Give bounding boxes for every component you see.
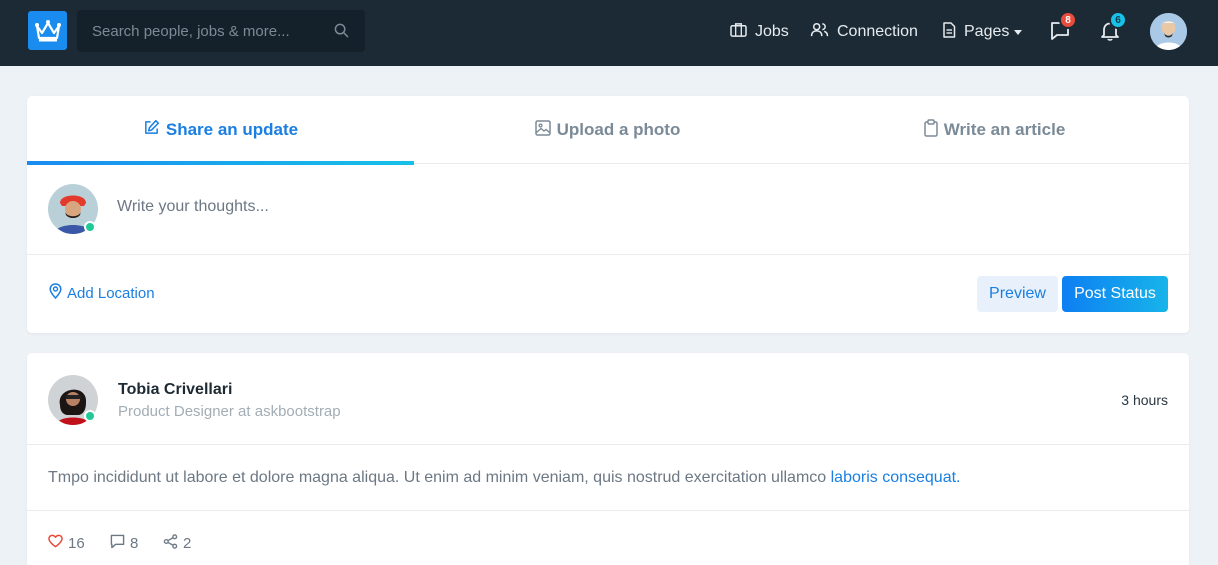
nav-connection-label: Connection — [837, 23, 918, 40]
clipboard-icon — [923, 118, 938, 142]
author-role: Product Designer at askbootstrap — [118, 403, 341, 420]
map-pin-icon — [49, 283, 62, 303]
tab-upload-photo[interactable]: Upload a photo — [414, 96, 801, 164]
image-icon — [534, 119, 551, 141]
tab-write-article[interactable]: Write an article — [801, 96, 1188, 164]
share-update-card: Share an update Upload a photo Write an … — [27, 96, 1189, 333]
author-name[interactable]: Tobia Crivellari — [118, 381, 232, 399]
nav-jobs-label: Jobs — [755, 23, 789, 40]
crown-logo-icon[interactable] — [28, 11, 67, 50]
post-text-content: Tmpo incididunt ut labore et dolore magn… — [48, 469, 831, 486]
bell-icon — [1099, 22, 1121, 46]
feed-post-card: Tobia Crivellari Product Designer at ask… — [27, 353, 1189, 565]
likes-count: 16 — [68, 534, 85, 552]
post-inline-link[interactable]: laboris consequat. — [831, 469, 961, 486]
share-footer: Add Location Preview Post Status — [27, 255, 1189, 333]
comment-button[interactable]: 8 — [110, 534, 138, 553]
notifications-count-badge: 6 — [1109, 11, 1127, 29]
search-input[interactable] — [77, 10, 327, 52]
share-button[interactable]: 2 — [163, 534, 191, 553]
edit-icon — [143, 119, 160, 141]
like-button[interactable]: 16 — [48, 534, 85, 552]
author-online-dot — [84, 410, 96, 422]
user-avatar[interactable] — [1150, 13, 1187, 50]
messages-count-badge: 8 — [1059, 11, 1077, 29]
preview-button[interactable]: Preview — [977, 276, 1058, 312]
add-location-link[interactable]: Add Location — [49, 283, 155, 303]
post-header: Tobia Crivellari Product Designer at ask… — [27, 353, 1189, 445]
add-location-label: Add Location — [67, 284, 155, 302]
share-tabs: Share an update Upload a photo Write an … — [27, 96, 1189, 165]
nav-pages-dropdown[interactable]: Pages — [942, 20, 1023, 44]
nav-jobs[interactable]: Jobs — [730, 20, 789, 44]
comment-icon — [110, 534, 125, 553]
message-icon — [1049, 22, 1071, 46]
post-body: Tmpo incididunt ut labore et dolore magn… — [27, 445, 1189, 511]
notifications-button[interactable]: 6 — [1099, 11, 1127, 46]
post-text: Tmpo incididunt ut labore et dolore magn… — [48, 469, 960, 487]
top-navbar: Jobs Connection Pages 8 6 — [0, 0, 1218, 66]
comments-count: 8 — [130, 535, 139, 552]
post-status-button[interactable]: Post Status — [1062, 276, 1168, 312]
users-icon — [810, 22, 829, 42]
shares-count: 2 — [183, 535, 192, 552]
nav-connection[interactable]: Connection — [810, 20, 918, 44]
online-status-dot — [84, 221, 96, 233]
tab-upload-photo-label: Upload a photo — [556, 120, 681, 139]
messages-button[interactable]: 8 — [1049, 11, 1077, 46]
share-icon — [163, 534, 178, 553]
tab-share-update-label: Share an update — [165, 120, 299, 139]
file-icon — [942, 21, 956, 43]
heart-icon — [48, 534, 63, 552]
search-icon[interactable] — [334, 23, 349, 43]
briefcase-icon — [730, 22, 747, 42]
compose-area — [27, 164, 1189, 255]
search-box — [77, 10, 365, 52]
thoughts-input[interactable] — [117, 198, 1157, 224]
post-timestamp: 3 hours — [1121, 392, 1168, 408]
caret-down-icon — [1014, 29, 1023, 35]
tab-write-article-label: Write an article — [943, 120, 1066, 139]
nav-pages-label: Pages — [964, 23, 1010, 40]
tab-share-update[interactable]: Share an update — [27, 96, 414, 164]
post-actions: 16 8 2 — [27, 511, 1189, 565]
